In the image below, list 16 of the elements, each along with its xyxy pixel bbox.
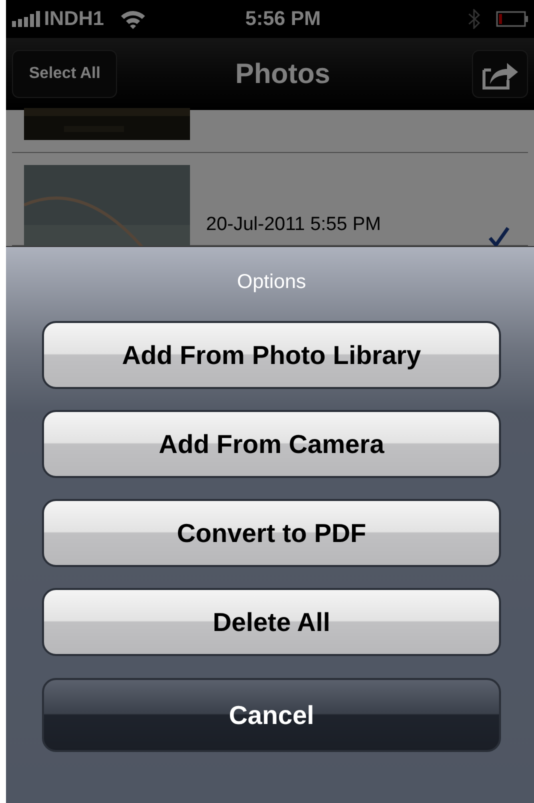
carrier-name: INDH1 bbox=[44, 7, 104, 32]
status-time: 5:56 PM bbox=[244, 7, 322, 32]
option-button[interactable]: Add From Camera bbox=[42, 410, 501, 478]
select-all-button[interactable]: Select All bbox=[12, 50, 118, 98]
signal-icon bbox=[12, 11, 40, 27]
option-button[interactable]: Add From Photo Library bbox=[42, 321, 501, 389]
share-button[interactable] bbox=[472, 50, 528, 98]
bluetooth-icon bbox=[468, 9, 480, 29]
photo-date: 20-Jul-2011 5:55 PM bbox=[206, 213, 382, 237]
nav-title: Photos bbox=[235, 57, 330, 91]
option-button[interactable]: Convert to PDF bbox=[42, 499, 501, 567]
cancel-button[interactable]: Cancel bbox=[42, 678, 501, 752]
battery-icon bbox=[496, 10, 528, 28]
wifi-icon bbox=[120, 9, 146, 29]
option-button[interactable]: Delete All bbox=[42, 588, 501, 656]
sheet-title: Options bbox=[236, 270, 307, 295]
